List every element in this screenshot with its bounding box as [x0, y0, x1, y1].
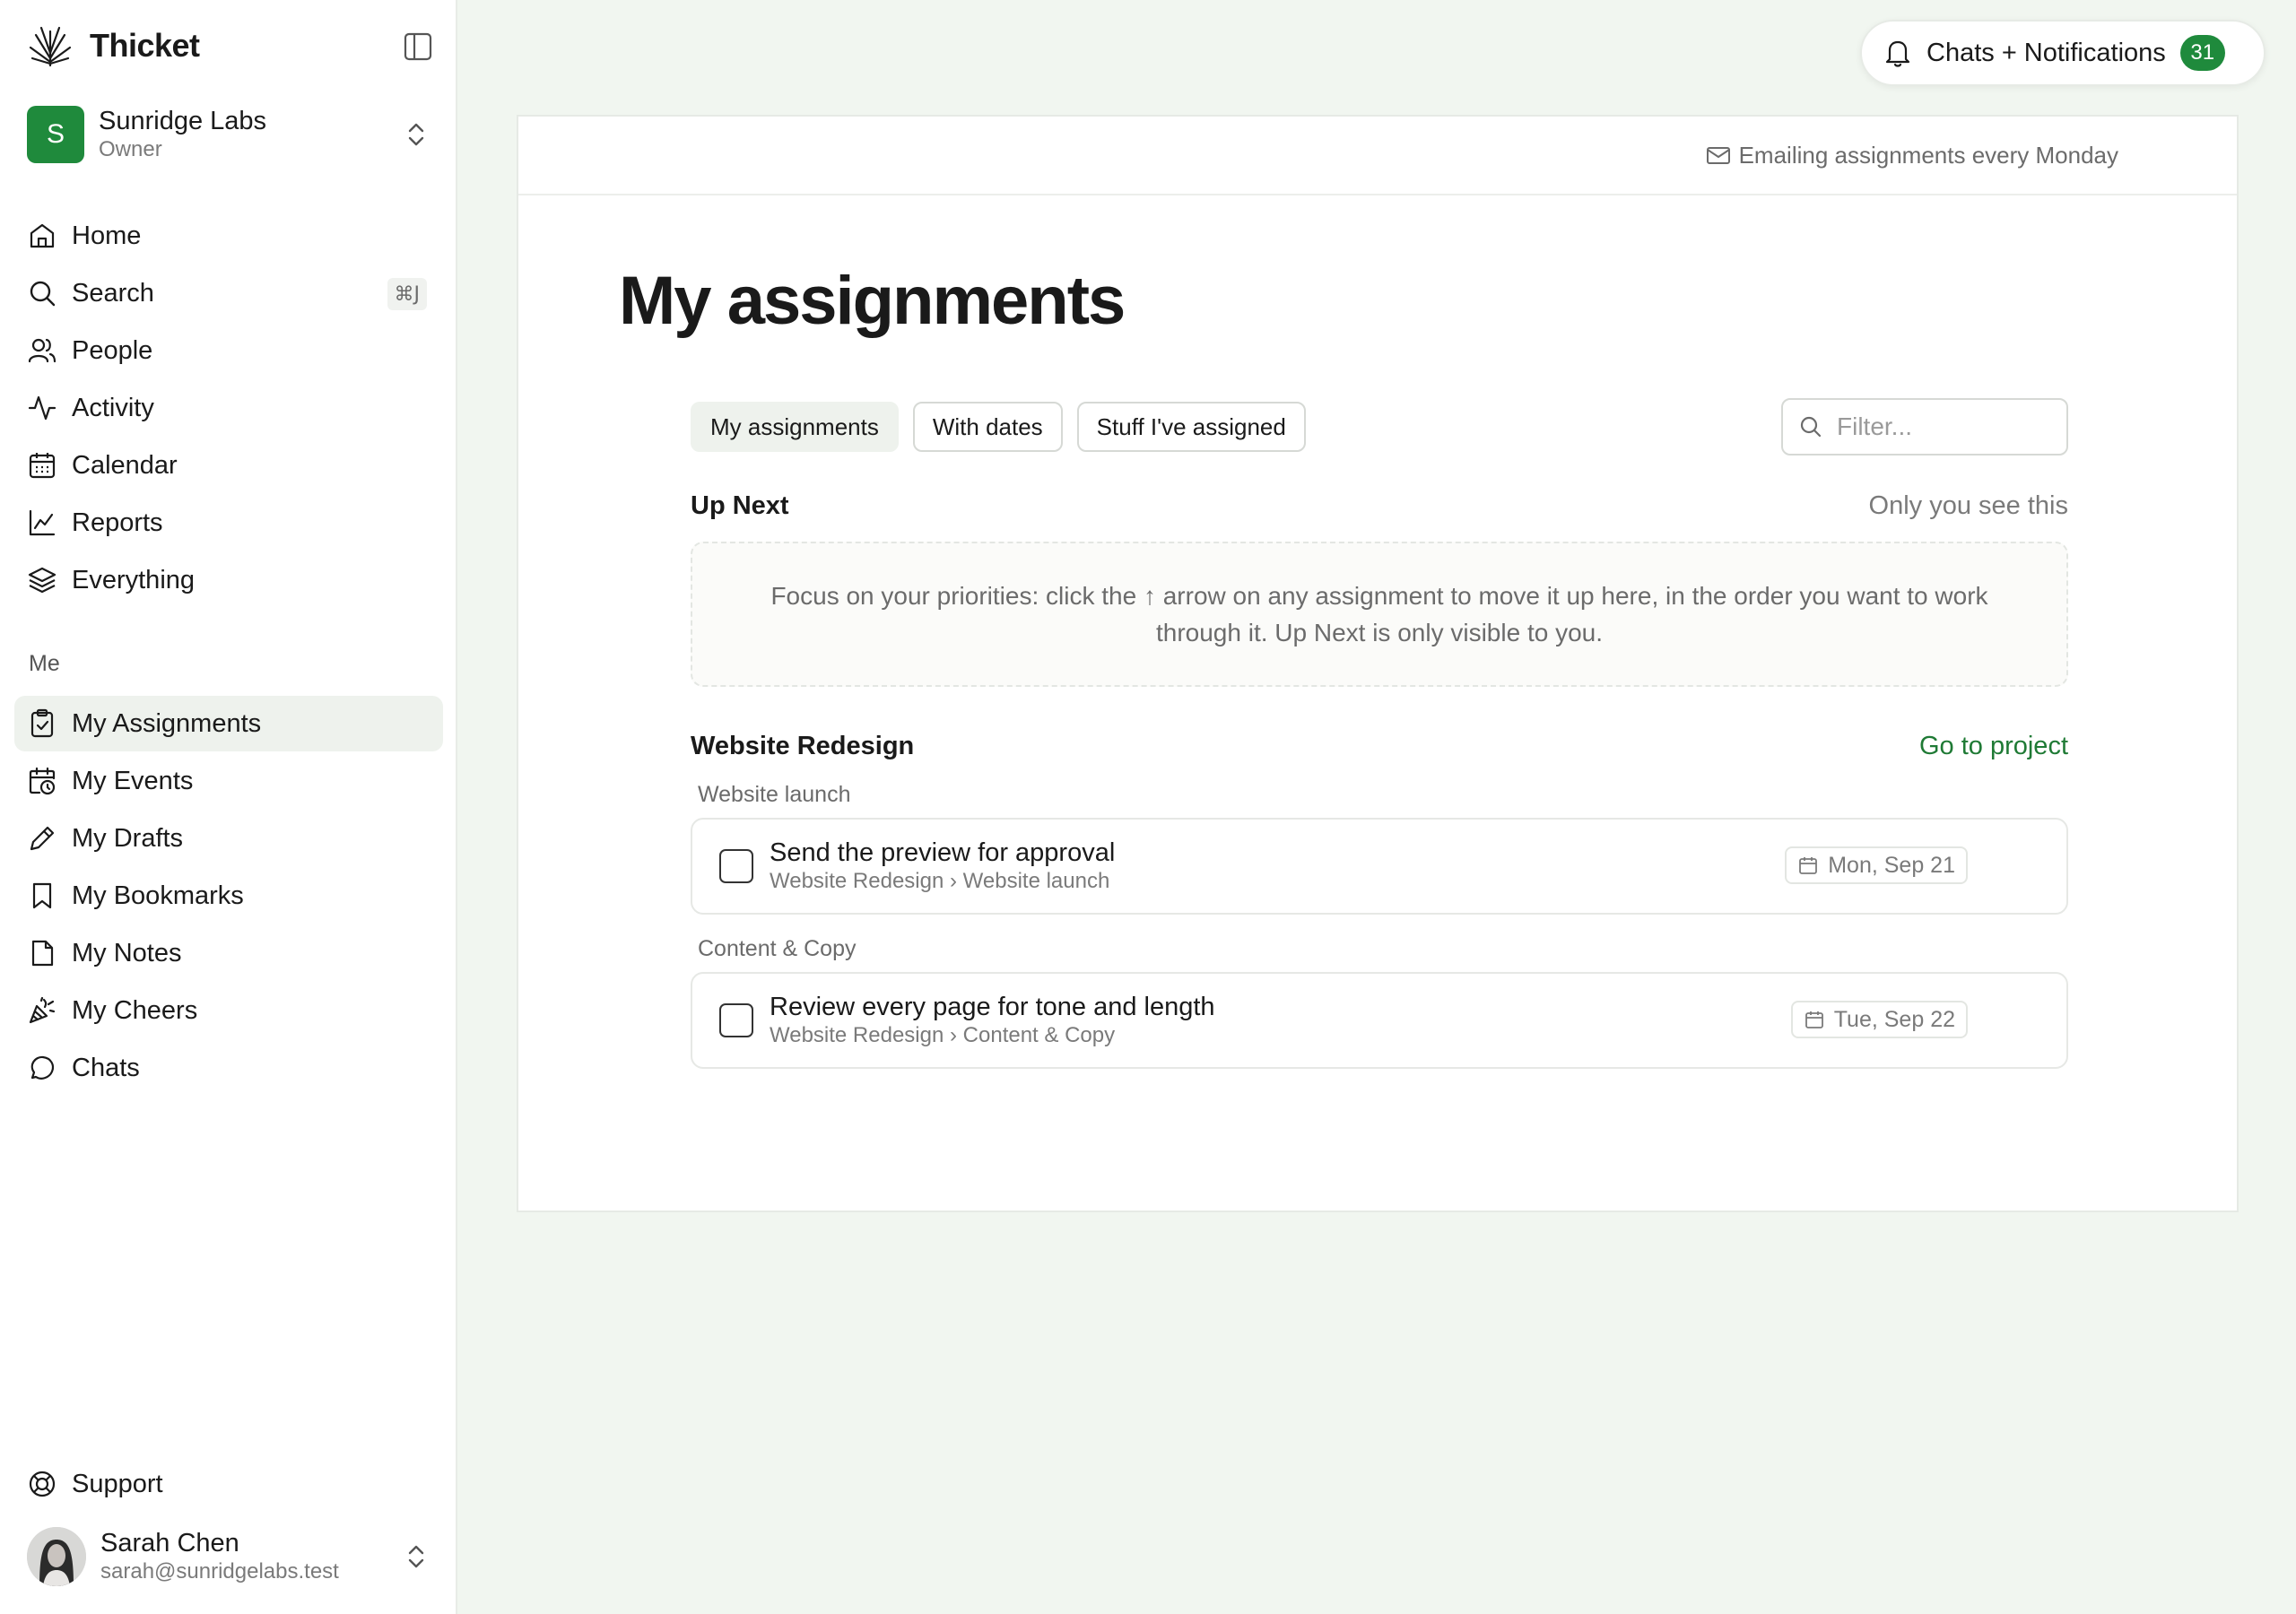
- project-header: Website Redesign Go to project: [691, 732, 2068, 761]
- up-next-empty-state: Focus on your priorities: click the ↑ ar…: [691, 542, 2068, 687]
- workspace-name: Sunridge Labs: [99, 107, 267, 135]
- party-icon: [29, 996, 56, 1024]
- mail-icon: [1706, 147, 1730, 164]
- email-schedule-link[interactable]: Emailing assignments every Monday: [1705, 142, 2118, 169]
- group-label-website-launch: Website launch: [698, 782, 851, 807]
- sidebar-toggle-icon[interactable]: [400, 30, 436, 63]
- task-path: Website Redesign › Website launch: [770, 869, 1110, 893]
- nav-item-search[interactable]: Search ⌘J: [14, 265, 443, 321]
- filter-input[interactable]: [1837, 412, 2052, 441]
- group-label-content-copy: Content & Copy: [698, 936, 857, 961]
- user-name: Sarah Chen: [100, 1529, 239, 1558]
- calendar-clock-icon: [29, 767, 56, 795]
- me-nav: My Assignments My Events My Drafts My Bo…: [14, 696, 443, 1098]
- assignments-card: Emailing assignments every Monday My ass…: [517, 115, 2239, 1212]
- people-icon: [28, 338, 57, 363]
- nav-item-my-assignments[interactable]: My Assignments: [14, 696, 443, 751]
- filter-field[interactable]: [1781, 398, 2068, 456]
- nav-item-my-drafts[interactable]: My Drafts: [14, 811, 443, 866]
- sidebar: Thicket S Sunridge Labs Owner Home Searc…: [0, 0, 457, 1614]
- search-icon: [30, 281, 56, 307]
- search-shortcut: ⌘J: [387, 278, 427, 310]
- nav-item-home[interactable]: Home: [14, 208, 443, 264]
- chat-icon: [30, 1055, 55, 1080]
- layers-icon: [28, 567, 57, 594]
- bookmark-icon: [32, 882, 52, 909]
- task-title[interactable]: Send the preview for approval: [770, 837, 1115, 868]
- chart-icon: [29, 509, 56, 536]
- pencil-icon: [30, 826, 55, 851]
- calendar-icon: [1799, 857, 1818, 874]
- nav-item-calendar[interactable]: Calendar: [14, 438, 443, 493]
- search-icon: [1800, 416, 1822, 438]
- tab-my-assignments[interactable]: My assignments: [691, 402, 899, 452]
- project-name: Website Redesign: [691, 732, 915, 760]
- task-checkbox[interactable]: [719, 1003, 753, 1037]
- calendar-icon: [1805, 1011, 1823, 1028]
- nav-item-my-notes[interactable]: My Notes: [14, 925, 443, 981]
- due-date-badge[interactable]: Mon, Sep 21: [1785, 846, 1968, 884]
- nav-item-my-cheers[interactable]: My Cheers: [14, 983, 443, 1038]
- lifebuoy-icon: [29, 1471, 56, 1497]
- thicket-logo-icon: [29, 26, 72, 67]
- calendar-icon: [29, 453, 56, 479]
- task-row[interactable]: Send the preview for approval Website Re…: [691, 818, 2068, 915]
- nav-item-activity[interactable]: Activity: [14, 380, 443, 436]
- bell-icon: [1885, 40, 1910, 67]
- task-title[interactable]: Review every page for tone and length: [770, 992, 1215, 1022]
- tab-with-dates[interactable]: With dates: [912, 402, 1063, 452]
- workspace-role: Owner: [99, 137, 162, 161]
- chats-notifications-button[interactable]: Chats + Notifications 31: [1860, 20, 2266, 86]
- main-nav: Home Search ⌘J People Activity Calendar …: [14, 208, 443, 610]
- nav-item-reports[interactable]: Reports: [14, 495, 443, 551]
- assignment-tabs: My assignments With dates Stuff I've ass…: [691, 402, 1320, 452]
- task-checkbox[interactable]: [719, 849, 753, 883]
- nav-item-people[interactable]: People: [14, 323, 443, 378]
- brand[interactable]: Thicket: [27, 22, 200, 70]
- section-label-me: Me: [29, 651, 60, 676]
- activity-icon: [28, 395, 57, 421]
- nav-item-support[interactable]: Support: [14, 1456, 443, 1512]
- nav-item-my-events[interactable]: My Events: [14, 753, 443, 809]
- user-avatar: [27, 1527, 86, 1586]
- support: Support: [14, 1456, 443, 1514]
- chevron-up-down-icon: [408, 123, 424, 146]
- up-next-visibility-note: Only you see this: [1868, 491, 2068, 520]
- workspace-switcher[interactable]: S Sunridge Labs Owner: [27, 104, 432, 165]
- user-photo-icon: [27, 1527, 86, 1586]
- tab-stuff-ive-assigned[interactable]: Stuff I've assigned: [1076, 402, 1306, 452]
- chevron-up-down-icon: [408, 1545, 424, 1568]
- task-row[interactable]: Review every page for tone and length We…: [691, 972, 2068, 1069]
- nav-item-chats[interactable]: Chats: [14, 1040, 443, 1096]
- page-title: My assignments: [619, 263, 1126, 339]
- due-date-badge[interactable]: Tue, Sep 22: [1790, 1001, 1968, 1038]
- workspace-avatar: S: [27, 106, 84, 163]
- brand-name: Thicket: [90, 27, 200, 64]
- note-icon: [31, 940, 54, 967]
- nav-item-my-bookmarks[interactable]: My Bookmarks: [14, 868, 443, 924]
- up-next-title: Up Next: [691, 491, 789, 520]
- up-next-header: Up Next Only you see this: [691, 491, 2068, 521]
- task-path: Website Redesign › Content & Copy: [770, 1023, 1116, 1047]
- notifications-label: Chats + Notifications: [1926, 38, 2166, 67]
- go-to-project-link[interactable]: Go to project: [1919, 732, 2068, 761]
- nav-item-everything[interactable]: Everything: [14, 552, 443, 608]
- user-email: sarah@sunridgelabs.test: [100, 1559, 339, 1584]
- notifications-count-badge: 31: [2179, 35, 2225, 71]
- card-header: Emailing assignments every Monday: [518, 117, 2237, 195]
- user-menu[interactable]: Sarah Chen sarah@sunridgelabs.test: [27, 1524, 432, 1589]
- home-icon: [30, 223, 55, 248]
- clipboard-check-icon: [30, 708, 54, 738]
